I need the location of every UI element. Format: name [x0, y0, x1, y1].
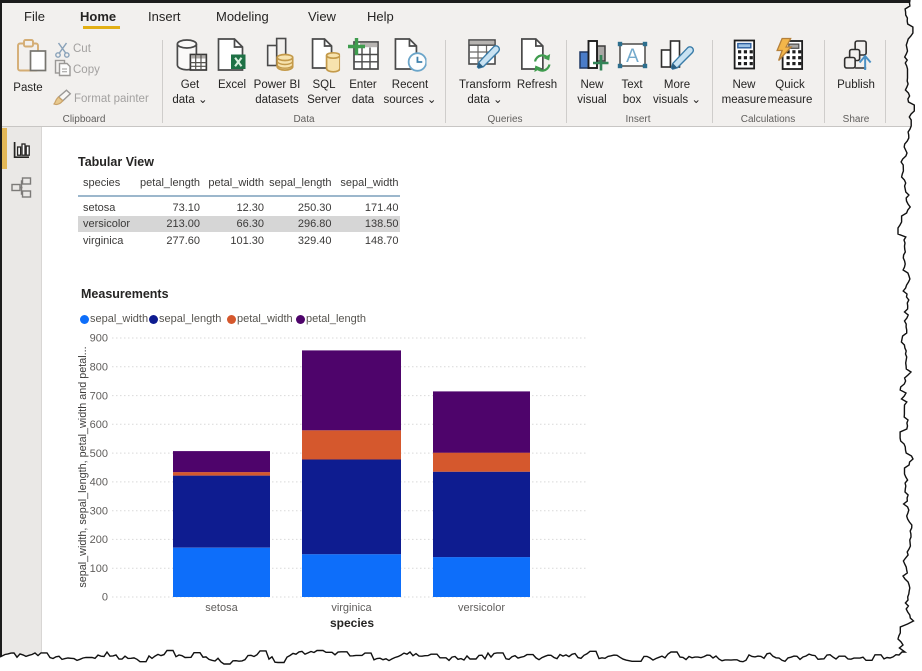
svg-text:700: 700	[90, 390, 108, 402]
svg-text:100: 100	[90, 563, 108, 575]
svg-text:0: 0	[102, 592, 108, 604]
svg-text:200: 200	[90, 534, 108, 546]
svg-text:species: species	[330, 616, 374, 630]
svg-text:A: A	[626, 46, 639, 67]
svg-text:versicolor: versicolor	[458, 602, 505, 614]
svg-text:300: 300	[90, 505, 108, 517]
svg-text:600: 600	[90, 419, 108, 431]
svg-text:500: 500	[90, 448, 108, 460]
svg-text:900: 900	[90, 333, 108, 345]
svg-text:800: 800	[90, 362, 108, 374]
svg-text:400: 400	[90, 477, 108, 489]
svg-text:sepal_width, sepal_length, pet: sepal_width, sepal_length, petal_width a…	[77, 346, 89, 587]
svg-text:setosa: setosa	[205, 602, 238, 614]
svg-text:virginica: virginica	[331, 602, 372, 614]
